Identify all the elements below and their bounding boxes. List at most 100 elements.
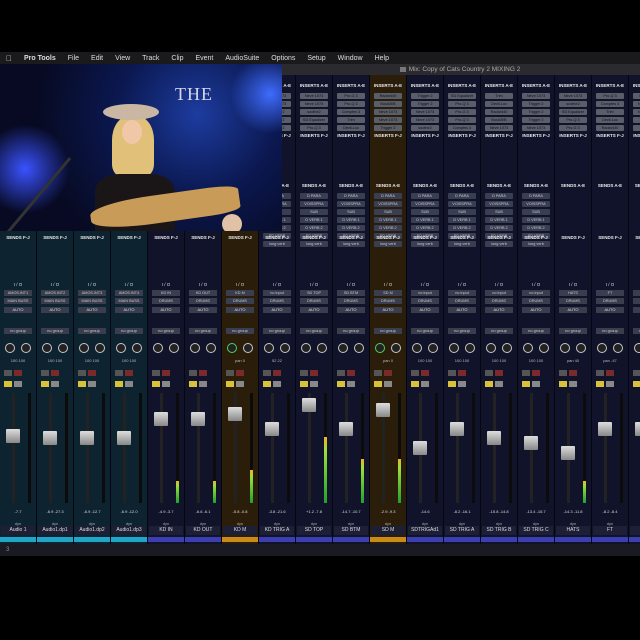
- track-name[interactable]: KD IN: [149, 526, 183, 535]
- output-selector[interactable]: DRUMS: [411, 298, 439, 304]
- automation-mode[interactable]: AUTO: [41, 307, 69, 313]
- insert-slot[interactable]: Comptes 3: [448, 125, 476, 131]
- output-selector[interactable]: MAIN BUSS: [41, 298, 69, 304]
- input-monitor-button[interactable]: [41, 370, 49, 376]
- mute-button[interactable]: [236, 381, 244, 387]
- output-selector[interactable]: MAIN BUSS: [4, 298, 32, 304]
- record-button[interactable]: [606, 370, 614, 376]
- send-slot[interactable]: VOISSPRA: [374, 201, 402, 207]
- output-selector[interactable]: DRUMS: [226, 298, 254, 304]
- output-selector[interactable]: DRUMS: [559, 298, 587, 304]
- pan-knob-right[interactable]: [502, 343, 512, 353]
- insert-slot[interactable]: Devil-Loc: [596, 117, 624, 123]
- insert-slot[interactable]: soothe2: [559, 101, 587, 107]
- input-monitor-button[interactable]: [152, 370, 160, 376]
- input-monitor-button[interactable]: [226, 370, 234, 376]
- insert-slot[interactable]: Neve 1073: [374, 117, 402, 123]
- insert-slot[interactable]: Trigger 2: [633, 125, 640, 131]
- pan-knob-left[interactable]: [227, 343, 237, 353]
- record-button[interactable]: [384, 370, 392, 376]
- pan-knob-right[interactable]: [243, 343, 253, 353]
- output-selector[interactable]: DRUMS: [596, 298, 624, 304]
- input-selector[interactable]: no input: [448, 290, 476, 296]
- insert-slot[interactable]: Trigger 2: [522, 109, 550, 115]
- input-selector[interactable]: KD M: [226, 290, 254, 296]
- output-selector[interactable]: DRUMS: [189, 298, 217, 304]
- menu-view[interactable]: View: [109, 55, 136, 62]
- solo-button[interactable]: [559, 381, 567, 387]
- group-selector[interactable]: no group: [559, 328, 587, 334]
- output-selector[interactable]: MAIN BUSS: [115, 298, 143, 304]
- pan-knob-right[interactable]: [132, 343, 142, 353]
- insert-slot[interactable]: Comptes 3: [596, 101, 624, 107]
- group-selector[interactable]: no group: [596, 328, 624, 334]
- volume-fader[interactable]: [80, 431, 94, 446]
- send-slot[interactable]: D PARA: [300, 193, 328, 199]
- pan-knob-right[interactable]: [613, 343, 623, 353]
- pan-knob-left[interactable]: [5, 343, 15, 353]
- mute-button[interactable]: [495, 381, 503, 387]
- track-name[interactable]: SDTRIGAd1: [408, 526, 442, 535]
- send-slot[interactable]: D PARA: [485, 193, 513, 199]
- output-selector[interactable]: DRUMS: [300, 298, 328, 304]
- volume-fader[interactable]: [191, 412, 205, 427]
- insert-slot[interactable]: Pro-Q 3: [448, 117, 476, 123]
- insert-slot[interactable]: Pro-Q 3: [300, 125, 328, 131]
- track-name[interactable]: HATS: [556, 526, 590, 535]
- send-slot[interactable]: D PARA: [411, 193, 439, 199]
- mix-window-titlebar[interactable]: Mix: Copy of Cats Country 2 MIXING 2: [280, 64, 640, 75]
- automation-mode[interactable]: AUTO: [152, 307, 180, 313]
- send-slot[interactable]: D VERB 2: [374, 225, 402, 231]
- input-selector[interactable]: no input: [485, 290, 513, 296]
- pan-knob-left[interactable]: [486, 343, 496, 353]
- insert-slot[interactable]: Neve 1073: [300, 101, 328, 107]
- track-name[interactable]: KD TRIG A: [260, 526, 294, 535]
- insert-slot[interactable]: BusAB/B: [633, 93, 640, 99]
- group-selector[interactable]: no group: [374, 328, 402, 334]
- pan-knob-right[interactable]: [428, 343, 438, 353]
- input-monitor-button[interactable]: [337, 370, 345, 376]
- automation-mode[interactable]: AUTO: [448, 307, 476, 313]
- insert-slot[interactable]: Trigger 2: [633, 117, 640, 123]
- mute-button[interactable]: [51, 381, 59, 387]
- record-button[interactable]: [532, 370, 540, 376]
- automation-mode[interactable]: AUTO: [522, 307, 550, 313]
- mute-button[interactable]: [569, 381, 577, 387]
- insert-slot[interactable]: Radar440: [596, 125, 624, 131]
- track-name[interactable]: SD TOP: [297, 526, 331, 535]
- send-slot[interactable]: long verb: [300, 241, 328, 247]
- mute-button[interactable]: [384, 381, 392, 387]
- send-slot[interactable]: D VERB 2: [300, 225, 328, 231]
- volume-fader[interactable]: [302, 397, 316, 412]
- insert-slot[interactable]: BusAB/B: [374, 101, 402, 107]
- track-name[interactable]: KD M: [223, 526, 257, 535]
- menu-setup[interactable]: Setup: [301, 55, 331, 62]
- input-monitor-button[interactable]: [263, 370, 271, 376]
- send-slot[interactable]: long verb: [448, 241, 476, 247]
- pan-knob-left[interactable]: [597, 343, 607, 353]
- mute-button[interactable]: [606, 381, 614, 387]
- send-slot[interactable]: D VERB 2: [337, 225, 365, 231]
- send-slot[interactable]: SUB: [448, 209, 476, 215]
- volume-fader[interactable]: [6, 429, 20, 444]
- track-name[interactable]: SD TRIG C: [519, 526, 553, 535]
- volume-fader[interactable]: [413, 441, 427, 455]
- solo-button[interactable]: [263, 381, 271, 387]
- input-monitor-button[interactable]: [596, 370, 604, 376]
- solo-button[interactable]: [115, 381, 123, 387]
- send-slot[interactable]: D VERB 2: [448, 225, 476, 231]
- insert-slot[interactable]: Neve 1073: [411, 117, 439, 123]
- send-slot[interactable]: VOISSPRA: [411, 201, 439, 207]
- record-button[interactable]: [347, 370, 355, 376]
- group-selector[interactable]: no group: [448, 328, 476, 334]
- input-monitor-button[interactable]: [4, 370, 12, 376]
- solo-button[interactable]: [300, 381, 308, 387]
- input-selector[interactable]: KD IN: [152, 290, 180, 296]
- mute-button[interactable]: [347, 381, 355, 387]
- track-name[interactable]: SD TRIG B: [482, 526, 516, 535]
- input-monitor-button[interactable]: [559, 370, 567, 376]
- input-selector[interactable]: SD M: [374, 290, 402, 296]
- insert-slot[interactable]: Neve 1073: [374, 109, 402, 115]
- automation-mode[interactable]: AUTO: [226, 307, 254, 313]
- volume-fader[interactable]: [154, 412, 168, 427]
